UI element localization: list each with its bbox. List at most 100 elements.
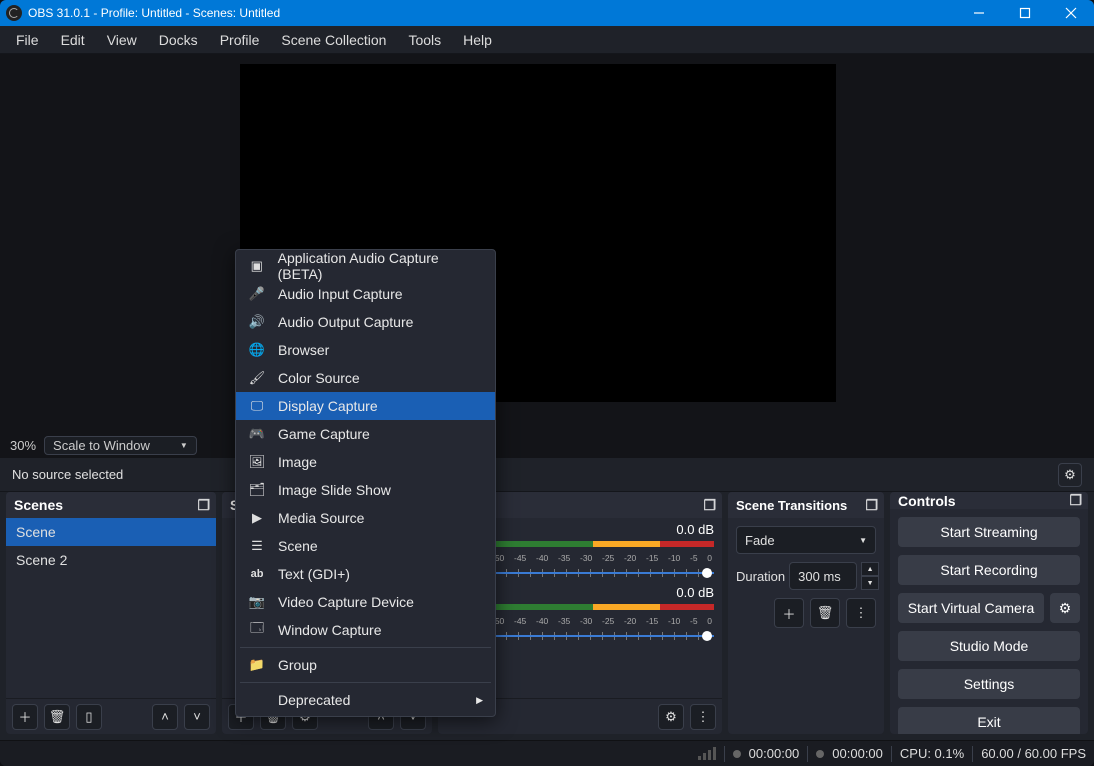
ctx-item-game-capture[interactable]: 🎮Game Capture [236, 420, 495, 448]
controls-title: Controls [898, 493, 956, 509]
ctx-item-audio-input[interactable]: 🎤Audio Input Capture [236, 280, 495, 308]
no-source-label: No source selected [12, 467, 123, 482]
scenes-dock-header[interactable]: Scenes ❐ [6, 492, 216, 518]
mixer-channel-db: 0.0 dB [676, 585, 714, 600]
ctx-item-text[interactable]: abText (GDI+) [236, 560, 495, 588]
menu-view[interactable]: View [97, 28, 147, 52]
mixer-settings-button[interactable]: ⚙ [658, 704, 684, 730]
transition-type-label: Fade [745, 533, 775, 548]
spin-down[interactable]: ▼ [861, 576, 879, 590]
scenes-title: Scenes [14, 497, 63, 513]
source-properties-button[interactable]: ⚙ [1058, 463, 1082, 487]
delete-scene-button[interactable]: 🗑 [44, 704, 70, 730]
scene-item[interactable]: Scene [6, 518, 216, 546]
maximize-button[interactable] [1002, 0, 1048, 26]
menu-edit[interactable]: Edit [51, 28, 95, 52]
slides-icon: 🗂 [248, 482, 266, 498]
scale-mode-select[interactable]: Scale to Window ▼ [44, 436, 197, 455]
gamepad-icon: 🎮 [248, 426, 266, 442]
record-time: 00:00:00 [832, 746, 883, 761]
preview-area[interactable]: 30% Scale to Window ▼ [0, 54, 1094, 458]
trash-icon: 🗑 [49, 709, 66, 725]
popout-icon[interactable]: ❐ [1069, 492, 1082, 509]
scene-item[interactable]: Scene 2 [6, 546, 216, 574]
ctx-item-browser[interactable]: 🌐Browser [236, 336, 495, 364]
ctx-item-audio-output[interactable]: 🔊Audio Output Capture [236, 308, 495, 336]
start-streaming-button[interactable]: Start Streaming [898, 517, 1080, 547]
popout-icon[interactable]: ❐ [865, 497, 878, 514]
add-scene-button[interactable]: ＋ [12, 704, 38, 730]
fps-display: 60.00 / 60.00 FPS [981, 746, 1086, 761]
controls-header[interactable]: Controls ❐ [890, 492, 1088, 509]
separator [240, 647, 491, 648]
speaker-icon: 🔊 [248, 314, 266, 330]
gear-icon: ⚙ [665, 709, 677, 725]
duration-input[interactable]: 300 ms [789, 562, 857, 590]
ctx-item-window-capture[interactable]: 🗔Window Capture [236, 616, 495, 644]
ctx-item-image[interactable]: 🖼Image [236, 448, 495, 476]
add-source-context-menu: ▣Application Audio Capture (BETA) 🎤Audio… [235, 249, 496, 717]
mixer-menu-button[interactable]: ⋮ [690, 704, 716, 730]
menu-docks[interactable]: Docks [149, 28, 208, 52]
chevron-up-icon: ˄ [161, 709, 169, 724]
scene-filter-button[interactable]: ▯ [76, 704, 102, 730]
network-icon [698, 747, 716, 760]
controls-dock: Controls ❐ Start Streaming Start Recordi… [890, 492, 1088, 734]
transition-type-select[interactable]: Fade ▼ [736, 526, 876, 554]
start-virtual-camera-button[interactable]: Start Virtual Camera [898, 593, 1044, 623]
slider-thumb[interactable] [702, 568, 712, 578]
popout-icon[interactable]: ❐ [197, 497, 210, 514]
dots-icon: ⋮ [855, 605, 868, 621]
list-icon: ☰ [248, 538, 266, 554]
folder-icon: 📁 [248, 657, 266, 673]
duration-value: 300 ms [798, 569, 841, 584]
settings-button[interactable]: Settings [898, 669, 1080, 699]
obs-logo-icon [6, 5, 22, 21]
ctx-item-video-capture[interactable]: 📷Video Capture Device [236, 588, 495, 616]
start-recording-button[interactable]: Start Recording [898, 555, 1080, 585]
move-up-button[interactable]: ˄ [152, 704, 178, 730]
minimize-button[interactable] [956, 0, 1002, 26]
duration-label: Duration [736, 569, 785, 584]
exit-button[interactable]: Exit [898, 707, 1080, 734]
image-icon: 🖼 [248, 454, 266, 470]
play-icon: ▶ [248, 510, 266, 526]
slider-thumb[interactable] [702, 631, 712, 641]
add-transition-button[interactable]: ＋ [774, 598, 804, 628]
transitions-header[interactable]: Scene Transitions ❐ [728, 492, 884, 518]
chevron-down-icon: ▼ [180, 441, 188, 450]
close-button[interactable] [1048, 0, 1094, 26]
duration-spinner[interactable]: ▲ ▼ [861, 562, 879, 590]
transitions-dock: Scene Transitions ❐ Fade ▼ Duration 300 … [728, 492, 884, 734]
ctx-item-deprecated[interactable]: Deprecated▶ [236, 686, 495, 714]
globe-icon: 🌐 [248, 342, 266, 358]
transitions-title: Scene Transitions [736, 498, 847, 513]
ctx-item-display-capture[interactable]: 🖵Display Capture [236, 392, 495, 420]
menu-tools[interactable]: Tools [398, 28, 451, 52]
dots-icon: ⋮ [697, 709, 710, 725]
camera-icon: 📷 [248, 594, 266, 610]
menu-scene-collection[interactable]: Scene Collection [271, 28, 396, 52]
ctx-item-media-source[interactable]: ▶Media Source [236, 504, 495, 532]
ctx-item-image-slideshow[interactable]: 🗂Image Slide Show [236, 476, 495, 504]
move-down-button[interactable]: ˅ [184, 704, 210, 730]
menubar: File Edit View Docks Profile Scene Colle… [0, 26, 1094, 54]
popout-icon[interactable]: ❐ [703, 497, 716, 514]
plus-icon: ＋ [18, 707, 31, 726]
menu-profile[interactable]: Profile [210, 28, 270, 52]
studio-mode-button[interactable]: Studio Mode [898, 631, 1080, 661]
submenu-arrow-icon: ▶ [476, 695, 483, 706]
menu-file[interactable]: File [6, 28, 49, 52]
text-icon: ab [248, 568, 266, 580]
ctx-item-color-source[interactable]: 🖌Color Source [236, 364, 495, 392]
transition-menu-button[interactable]: ⋮ [846, 598, 876, 628]
delete-transition-button[interactable]: 🗑 [810, 598, 840, 628]
virtual-camera-settings-button[interactable]: ⚙ [1050, 593, 1080, 623]
trash-icon: 🗑 [817, 605, 834, 621]
ctx-item-group[interactable]: 📁Group [236, 651, 495, 679]
ctx-item-scene[interactable]: ☰Scene [236, 532, 495, 560]
spin-up[interactable]: ▲ [861, 562, 879, 576]
ctx-item-app-audio[interactable]: ▣Application Audio Capture (BETA) [236, 252, 495, 280]
menu-help[interactable]: Help [453, 28, 502, 52]
source-properties-bar: No source selected ⚙ [0, 458, 1094, 492]
